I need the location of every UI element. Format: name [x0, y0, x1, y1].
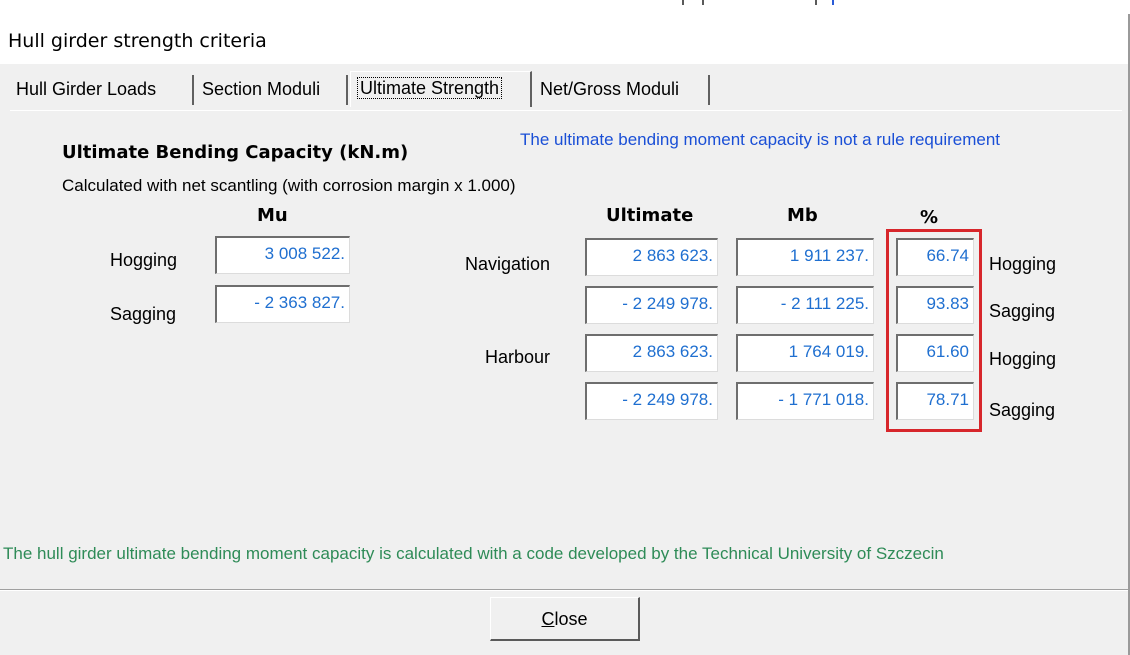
- column-header-mu: Mu: [257, 205, 288, 226]
- rule-note: The ultimate bending moment capacity is …: [520, 130, 1001, 149]
- ultimate-harbour-hogging-field[interactable]: 2 863 623.: [585, 334, 718, 372]
- footer-separator-highlight: [0, 590, 1128, 591]
- tab-divider: [10, 110, 1122, 111]
- mu-hogging-field[interactable]: 3 008 522.: [215, 236, 350, 274]
- ultimate-harbour-sagging-field[interactable]: - 2 249 978.: [585, 382, 718, 420]
- close-label: lose: [554, 609, 588, 629]
- credit-text: The hull girder ultimate bending moment …: [3, 544, 944, 563]
- close-mnemonic: C: [541, 609, 555, 629]
- state-label-sagging: Sagging: [989, 301, 1056, 321]
- dialog-window: Hull girder strength criteria Hull Girde…: [0, 14, 1130, 655]
- title-bar[interactable]: Hull girder strength criteria: [0, 14, 1128, 64]
- tab-net-gross-moduli[interactable]: Net/Gross Moduli: [534, 75, 710, 105]
- tab-section-moduli[interactable]: Section Moduli: [196, 75, 348, 105]
- state-label-sagging: Sagging: [989, 400, 1056, 420]
- background-tick: [815, 0, 817, 5]
- group-label-harbour: Harbour: [485, 347, 551, 367]
- mb-navigation-sagging-field[interactable]: - 2 111 225.: [736, 286, 874, 324]
- tab-label: Hull Girder Loads: [16, 79, 157, 99]
- column-header-mb: Mb: [787, 205, 818, 226]
- tab-ultimate-strength[interactable]: Ultimate Strength: [350, 71, 532, 107]
- tab-hull-girder-loads[interactable]: Hull Girder Loads: [10, 75, 194, 105]
- tab-label: Ultimate Strength: [357, 77, 503, 99]
- mb-harbour-sagging-field[interactable]: - 1 771 018.: [736, 382, 874, 420]
- background-tick: [832, 0, 834, 5]
- state-label-hogging: Hogging: [989, 349, 1057, 369]
- tab-label: Net/Gross Moduli: [540, 79, 680, 99]
- background-tick: [702, 0, 704, 5]
- window-title: Hull girder strength criteria: [8, 30, 267, 52]
- section-heading: Ultimate Bending Capacity (kN.m): [62, 142, 409, 163]
- column-header-ultimate: Ultimate: [606, 205, 694, 226]
- tab-label: Section Moduli: [202, 79, 321, 99]
- ultimate-navigation-sagging-field[interactable]: - 2 249 978.: [585, 286, 718, 324]
- state-label-hogging: Hogging: [989, 254, 1057, 274]
- subtitle: Calculated with net scantling (with corr…: [62, 176, 516, 195]
- background-tick: [682, 0, 684, 5]
- ultimate-navigation-hogging-field[interactable]: 2 863 623.: [585, 238, 718, 276]
- group-label-navigation: Navigation: [465, 254, 551, 274]
- percent-highlight-box: [886, 229, 982, 432]
- mu-label-hogging: Hogging: [110, 250, 178, 270]
- mb-navigation-hogging-field[interactable]: 1 911 237.: [736, 238, 874, 276]
- mu-sagging-field[interactable]: - 2 363 827.: [215, 285, 350, 323]
- column-header-percent: %: [920, 207, 939, 228]
- mu-label-sagging: Sagging: [110, 304, 177, 324]
- close-button[interactable]: Close: [490, 597, 640, 641]
- mb-harbour-hogging-field[interactable]: 1 764 019.: [736, 334, 874, 372]
